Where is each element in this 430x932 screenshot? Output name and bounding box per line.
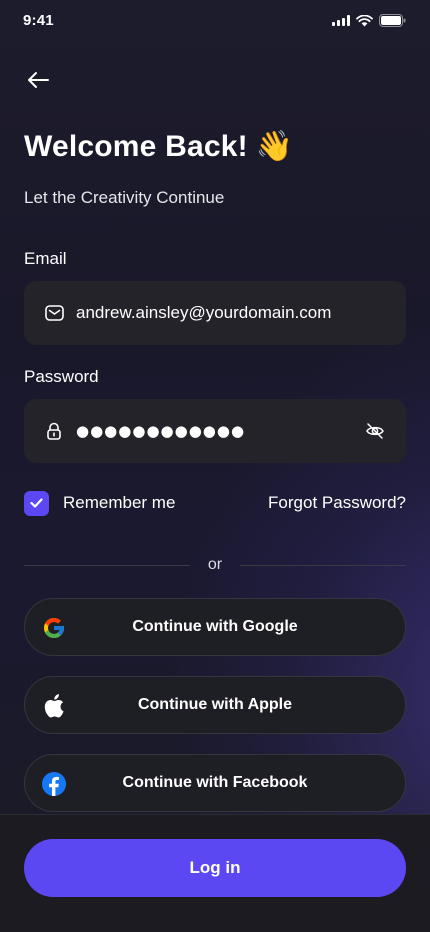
- battery-icon: [379, 14, 406, 27]
- status-time: 9:41: [23, 12, 54, 29]
- lock-icon: [44, 421, 64, 441]
- forgot-password-link[interactable]: Forgot Password?: [268, 493, 406, 513]
- divider-line-left: [24, 564, 190, 566]
- apple-icon: [41, 693, 67, 719]
- arrow-left-icon: [28, 72, 49, 88]
- continue-with-apple-button[interactable]: Continue with Apple: [24, 676, 406, 734]
- login-screen: 9:41 Welcome Back! 👋 Let the Creativity: [0, 0, 430, 932]
- divider-text: or: [207, 556, 223, 573]
- email-label: Email: [24, 249, 67, 268]
- email-input[interactable]: [76, 303, 386, 323]
- login-button[interactable]: Log in: [24, 839, 406, 897]
- password-label: Password: [24, 367, 99, 386]
- status-icons: [332, 14, 406, 27]
- remember-me-checkbox[interactable]: Remember me: [24, 490, 176, 516]
- password-field[interactable]: ●●●●●●●●●●●●: [24, 399, 406, 463]
- waving-hand-emoji: 👋: [255, 130, 294, 163]
- checkbox-checked[interactable]: [24, 490, 49, 516]
- check-icon: [30, 498, 43, 508]
- divider-line-right: [240, 564, 407, 566]
- continue-with-apple-label: Continue with Apple: [137, 696, 293, 713]
- back-button[interactable]: [22, 66, 54, 94]
- title-text: Welcome Back!: [24, 130, 248, 163]
- email-field[interactable]: [24, 281, 406, 345]
- continue-with-facebook-button[interactable]: Continue with Facebook: [24, 754, 406, 812]
- wifi-icon: [356, 14, 373, 26]
- continue-with-facebook-label: Continue with Facebook: [122, 774, 308, 791]
- signal-icon: [332, 15, 350, 26]
- remember-me-label: Remember me: [63, 493, 176, 512]
- footer-bar: Log in: [0, 814, 430, 932]
- password-input[interactable]: ●●●●●●●●●●●●: [76, 422, 364, 440]
- continue-with-google-label: Continue with Google: [132, 618, 298, 635]
- or-divider: or: [24, 553, 407, 577]
- google-icon: [41, 615, 67, 641]
- page-subtitle: Let the Creativity Continue: [24, 188, 225, 207]
- facebook-icon: [41, 771, 67, 797]
- status-bar: 9:41: [0, 0, 430, 44]
- mail-icon: [44, 303, 64, 323]
- remember-row: Remember me Forgot Password?: [24, 490, 406, 516]
- continue-with-google-button[interactable]: Continue with Google: [24, 598, 406, 656]
- page-title: Welcome Back! 👋: [24, 130, 293, 164]
- eye-off-icon[interactable]: [364, 420, 386, 442]
